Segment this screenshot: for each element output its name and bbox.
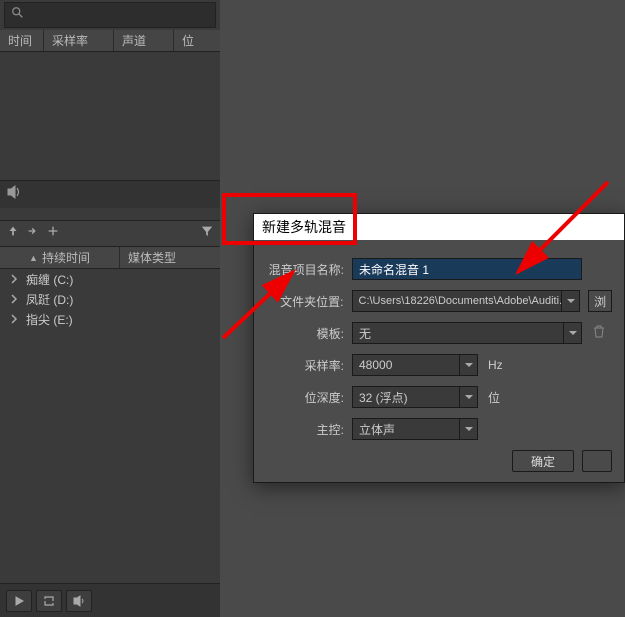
folder-dropdown-button[interactable]	[562, 290, 580, 312]
folder-path-box[interactable]: C:\Users\18226\Documents\Adobe\Auditi...	[352, 290, 563, 312]
add-shortcut-icon[interactable]	[46, 224, 60, 243]
delete-template-button[interactable]	[592, 324, 610, 342]
template-select[interactable]: 无	[352, 322, 564, 344]
preview-row	[0, 180, 220, 208]
play-button[interactable]	[6, 590, 32, 612]
drive-item[interactable]: 凤跹 (D:)	[0, 289, 220, 309]
col-sample-rate[interactable]: 采样率	[44, 30, 114, 51]
label-template: 模板:	[266, 325, 352, 342]
label-master: 主控:	[266, 421, 352, 438]
top-panel-empty	[0, 52, 220, 180]
search-icon	[11, 6, 25, 25]
col-media-type[interactable]: 媒体类型	[120, 247, 220, 268]
filter-icon[interactable]	[200, 224, 214, 243]
search-bar[interactable]	[4, 2, 216, 28]
ok-button[interactable]: 确定	[512, 450, 574, 472]
media-columns-header: ▲ 持续时间 媒体类型	[0, 247, 220, 269]
template-dropdown-button[interactable]	[564, 322, 582, 344]
up-icon[interactable]	[6, 224, 20, 243]
chevron-right-icon	[8, 313, 20, 325]
cancel-button[interactable]	[582, 450, 612, 472]
bit-depth-dropdown-button[interactable]	[460, 386, 478, 408]
drive-item[interactable]: 指尖 (E:)	[0, 309, 220, 329]
mix-name-input[interactable]	[352, 258, 582, 280]
speaker-icon[interactable]	[6, 184, 22, 205]
label-name: 混音项目名称:	[266, 261, 352, 278]
dialog-title: 新建多轨混音	[254, 214, 624, 240]
bit-depth-select[interactable]: 32 (浮点)	[352, 386, 460, 408]
chevron-right-icon	[8, 273, 20, 285]
sample-rate-select[interactable]: 48000	[352, 354, 460, 376]
media-toolbar	[0, 221, 220, 247]
sort-triangle-icon: ▲	[29, 253, 38, 263]
master-dropdown-button[interactable]	[460, 418, 478, 440]
sample-rate-dropdown-button[interactable]	[460, 354, 478, 376]
playback-bar	[0, 583, 220, 617]
files-top-panel: 时间 采样率 声道 位	[0, 2, 220, 207]
chevron-right-icon	[8, 293, 20, 305]
forward-icon[interactable]	[26, 224, 40, 243]
unit-hz: Hz	[488, 358, 503, 372]
col-time[interactable]: 时间	[0, 30, 44, 51]
col-bits[interactable]: 位	[174, 30, 220, 51]
label-bit-depth: 位深度:	[266, 389, 352, 406]
top-columns-header: 时间 采样率 声道 位	[0, 30, 220, 52]
browse-button[interactable]: 浏	[588, 290, 612, 312]
unit-bit: 位	[488, 389, 500, 406]
drive-item[interactable]: 痴缠 (C:)	[0, 269, 220, 289]
col-channels[interactable]: 声道	[114, 30, 174, 51]
loop-button[interactable]	[36, 590, 62, 612]
new-multitrack-dialog: 新建多轨混音 混音项目名称: 文件夹位置: C:\Users\18226\Doc…	[253, 213, 625, 483]
label-folder: 文件夹位置:	[266, 293, 352, 310]
media-browser-panel: ▲ 持续时间 媒体类型 痴缠 (C:) 凤跹 (D:) 指尖 (E:)	[0, 220, 220, 617]
label-sample-rate: 采样率:	[266, 357, 352, 374]
autoplay-button[interactable]	[66, 590, 92, 612]
left-sidebar: 时间 采样率 声道 位 ▲ 持续时间 媒体类型	[0, 0, 220, 617]
col-duration[interactable]: ▲ 持续时间	[0, 247, 120, 268]
master-select[interactable]: 立体声	[352, 418, 460, 440]
